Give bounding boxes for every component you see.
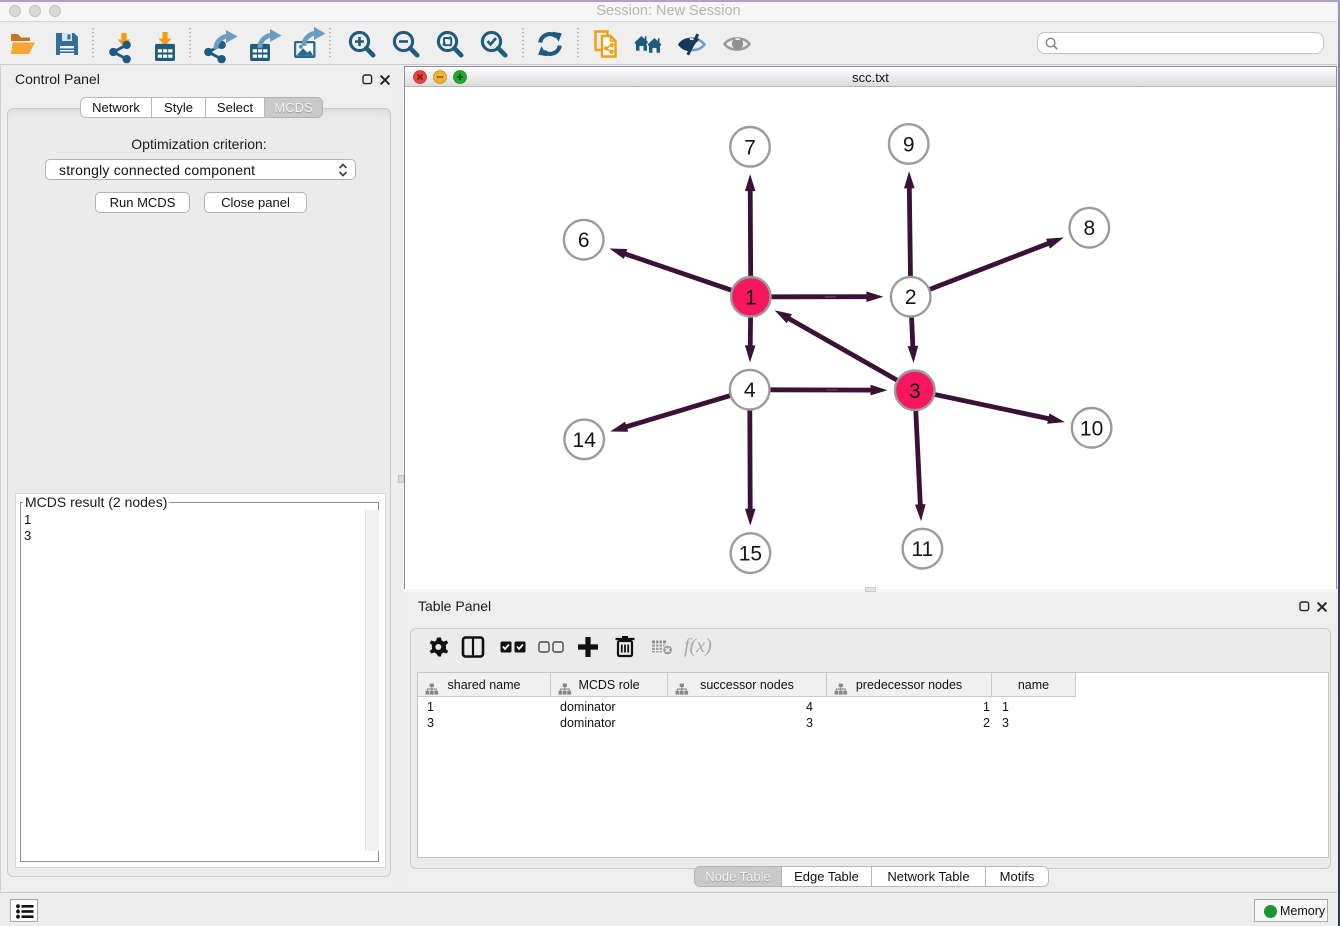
svg-text:8: 8 xyxy=(1083,217,1095,240)
svg-text:10: 10 xyxy=(1080,417,1103,440)
svg-text:1: 1 xyxy=(745,286,757,309)
svg-text:4: 4 xyxy=(744,379,756,402)
svg-text:15: 15 xyxy=(739,543,762,566)
svg-text:7: 7 xyxy=(744,136,756,159)
svg-text:14: 14 xyxy=(573,429,597,452)
svg-text:9: 9 xyxy=(903,134,915,157)
svg-text:6: 6 xyxy=(578,229,590,252)
svg-text:11: 11 xyxy=(911,538,933,561)
svg-text:3: 3 xyxy=(909,380,921,403)
svg-text:2: 2 xyxy=(905,286,917,309)
